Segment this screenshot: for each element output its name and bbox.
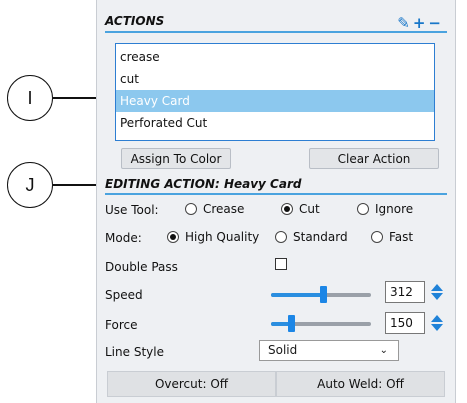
assign-to-color-button[interactable]: Assign To Color [121,148,231,169]
double-pass-label: Double Pass [105,260,178,274]
use-tool-ignore-radio[interactable]: Ignore [357,202,413,216]
use-tool-cut-radio[interactable]: Cut [281,202,320,216]
arrow-up-icon[interactable] [431,284,443,291]
force-label: Force [105,318,138,332]
speed-input[interactable]: 312 [385,281,425,303]
arrow-up-icon[interactable] [431,315,443,322]
auto-weld-toggle[interactable]: Auto Weld: Off [276,371,445,397]
radio-label: Fast [389,230,414,244]
callout-j: J [7,162,53,208]
double-pass-checkbox[interactable] [275,258,287,270]
force-spinner[interactable] [431,312,443,334]
speed-slider-fill [271,293,323,297]
radio-dot-selected [281,203,293,215]
editing-action-title: EDITING ACTION: Heavy Card [105,177,302,191]
force-input[interactable]: 150 [385,312,425,334]
actions-divider [105,31,447,33]
plus-icon[interactable]: + [413,14,426,32]
pencil-icon[interactable]: ✎ [397,14,410,32]
line-style-select[interactable]: Solid ⌄ [259,340,399,361]
bottom-toggle-bar: Overcut: Off Auto Weld: Off [107,371,445,397]
speed-slider[interactable] [271,286,371,303]
chevron-down-icon: ⌄ [379,345,388,356]
overcut-toggle[interactable]: Overcut: Off [107,371,276,397]
callout-j-label: J [25,174,35,195]
use-tool-crease-radio[interactable]: Crease [185,202,244,216]
radio-dot [357,203,369,215]
line-style-value: Solid [268,343,298,357]
arrow-down-icon[interactable] [431,293,443,300]
radio-label: High Quality [185,230,260,244]
mode-high-quality-radio[interactable]: High Quality [167,230,259,244]
list-item[interactable]: Perforated Cut [116,112,434,134]
line-style-label: Line Style [105,345,164,359]
speed-spinner[interactable] [431,281,443,303]
editing-divider [105,193,447,195]
arrow-down-icon[interactable] [431,324,443,331]
callout-i: I [7,75,53,121]
speed-label: Speed [105,288,143,302]
minus-icon[interactable]: − [428,14,441,32]
radio-label: Standard [293,230,348,244]
speed-slider-thumb[interactable] [320,286,327,303]
callout-i-label: I [27,87,33,108]
radio-dot [275,231,287,243]
actions-list[interactable]: crease cut Heavy Card Perforated Cut [115,43,435,141]
radio-label: Crease [203,202,245,216]
radio-label: Cut [299,202,320,216]
actions-toolbar: ✎ + − [397,14,441,32]
force-slider-thumb[interactable] [288,315,295,332]
list-item-selected[interactable]: Heavy Card [116,90,434,112]
actions-panel: ACTIONS ✎ + − crease cut Heavy Card Perf… [96,0,456,403]
clear-action-button[interactable]: Clear Action [309,148,439,169]
radio-dot-selected [167,231,179,243]
mode-standard-radio[interactable]: Standard [275,230,348,244]
mode-fast-radio[interactable]: Fast [371,230,413,244]
actions-title: ACTIONS [105,14,165,28]
mode-label: Mode: [105,231,142,245]
force-slider[interactable] [271,315,371,332]
use-tool-label: Use Tool: [105,203,159,217]
list-item[interactable]: crease [116,46,434,68]
radio-label: Ignore [375,202,414,216]
radio-dot [371,231,383,243]
radio-dot [185,203,197,215]
list-item[interactable]: cut [116,68,434,90]
